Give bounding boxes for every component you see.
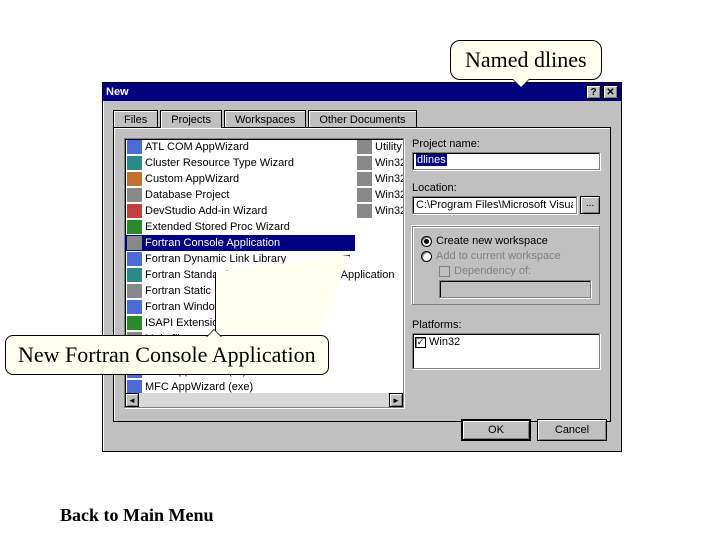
- app-icon: [127, 172, 142, 186]
- checkbox-checked-icon[interactable]: ✓: [415, 337, 426, 348]
- graphics-icon: [127, 268, 142, 282]
- platform-item[interactable]: ✓ Win32: [415, 336, 597, 348]
- project-name-value: dlines: [416, 154, 447, 166]
- app-icon: [127, 140, 142, 154]
- dependency-label: Dependency of:: [454, 265, 531, 277]
- win-app-icon: [127, 300, 142, 314]
- lib-icon: [357, 204, 372, 218]
- radio-add-to-current[interactable]: Add to current workspace: [421, 250, 591, 262]
- list-item[interactable]: ATL COM AppWizard: [125, 139, 355, 155]
- callout-text: New Fortran Console Application: [18, 342, 316, 367]
- project-name-input[interactable]: dlines: [412, 152, 600, 170]
- project-name-label: Project name:: [412, 138, 600, 150]
- list-item[interactable]: Cluster Resource Type Wizard: [125, 155, 355, 171]
- radio-icon: [421, 251, 432, 262]
- callout-text: Named dlines: [465, 47, 587, 72]
- console-icon: [357, 172, 372, 186]
- tab-workspaces[interactable]: Workspaces: [224, 110, 306, 128]
- list-item-selected[interactable]: Fortran Console Application: [125, 235, 355, 251]
- callout-new-fortran-console: New Fortran Console Application: [5, 335, 329, 375]
- right-pane: Project name: dlines Location: ... C: [412, 138, 600, 411]
- tab-projects[interactable]: Projects: [160, 110, 222, 128]
- console-icon: [127, 236, 142, 250]
- list-item[interactable]: Extended Stored Proc Wizard: [125, 219, 355, 235]
- list-item[interactable]: Custom AppWizard: [125, 171, 355, 187]
- dependency-combo: [439, 280, 591, 298]
- list-item[interactable]: Win32 Static Library: [355, 203, 404, 219]
- dependency-row: Dependency of:: [439, 265, 591, 277]
- platforms-label: Platforms:: [412, 319, 600, 331]
- scroll-right-icon[interactable]: ►: [389, 393, 403, 407]
- isapi-icon: [127, 316, 142, 330]
- app-icon: [127, 156, 142, 170]
- dll-icon: [127, 252, 142, 266]
- list-item[interactable]: Win32 Dynamic-Link Library: [355, 187, 404, 203]
- titlebar[interactable]: New ? ✕: [103, 83, 621, 101]
- list-item[interactable]: Win32 Application: [355, 155, 404, 171]
- close-button[interactable]: ✕: [603, 85, 618, 99]
- tab-panel-projects: ATL COM AppWizard Cluster Resource Type …: [113, 127, 611, 422]
- scroll-left-icon[interactable]: ◄: [125, 393, 139, 407]
- list-item[interactable]: Win32 Console Application: [355, 171, 404, 187]
- db-icon: [127, 188, 142, 202]
- browse-button[interactable]: ...: [580, 196, 600, 214]
- radio-label: Create new workspace: [436, 235, 548, 247]
- addin-icon: [127, 204, 142, 218]
- list-item[interactable]: DevStudio Add-in Wizard: [125, 203, 355, 219]
- horizontal-scrollbar[interactable]: ◄ ►: [125, 393, 403, 407]
- dll-icon: [357, 188, 372, 202]
- location-input[interactable]: [412, 196, 577, 214]
- proc-icon: [127, 220, 142, 234]
- ok-button[interactable]: OK: [461, 419, 531, 441]
- back-to-main-menu-link[interactable]: Back to Main Menu: [60, 505, 214, 526]
- tab-files[interactable]: Files: [113, 110, 158, 128]
- help-button[interactable]: ?: [586, 85, 601, 99]
- radio-icon: [421, 236, 432, 247]
- list-item[interactable]: Database Project: [125, 187, 355, 203]
- radio-label: Add to current workspace: [436, 250, 561, 262]
- checkbox-icon[interactable]: [439, 266, 450, 277]
- platforms-list[interactable]: ✓ Win32: [412, 333, 600, 369]
- platform-label: Win32: [429, 336, 460, 348]
- win32-icon: [357, 156, 372, 170]
- list-item[interactable]: Utility Project: [355, 139, 404, 155]
- tabs: Files Projects Workspaces Other Document…: [113, 109, 611, 127]
- mfc-icon: [127, 380, 142, 394]
- util-icon: [357, 140, 372, 154]
- callout-named-dlines: Named dlines: [450, 40, 602, 80]
- lib-icon: [127, 284, 142, 298]
- cancel-button[interactable]: Cancel: [537, 419, 607, 441]
- location-label: Location:: [412, 182, 600, 194]
- radio-create-new[interactable]: Create new workspace: [421, 235, 591, 247]
- new-dialog: New ? ✕ Files Projects Workspaces Other …: [102, 82, 622, 452]
- workspace-group: Create new workspace Add to current work…: [412, 226, 600, 305]
- tab-other-documents[interactable]: Other Documents: [308, 110, 416, 128]
